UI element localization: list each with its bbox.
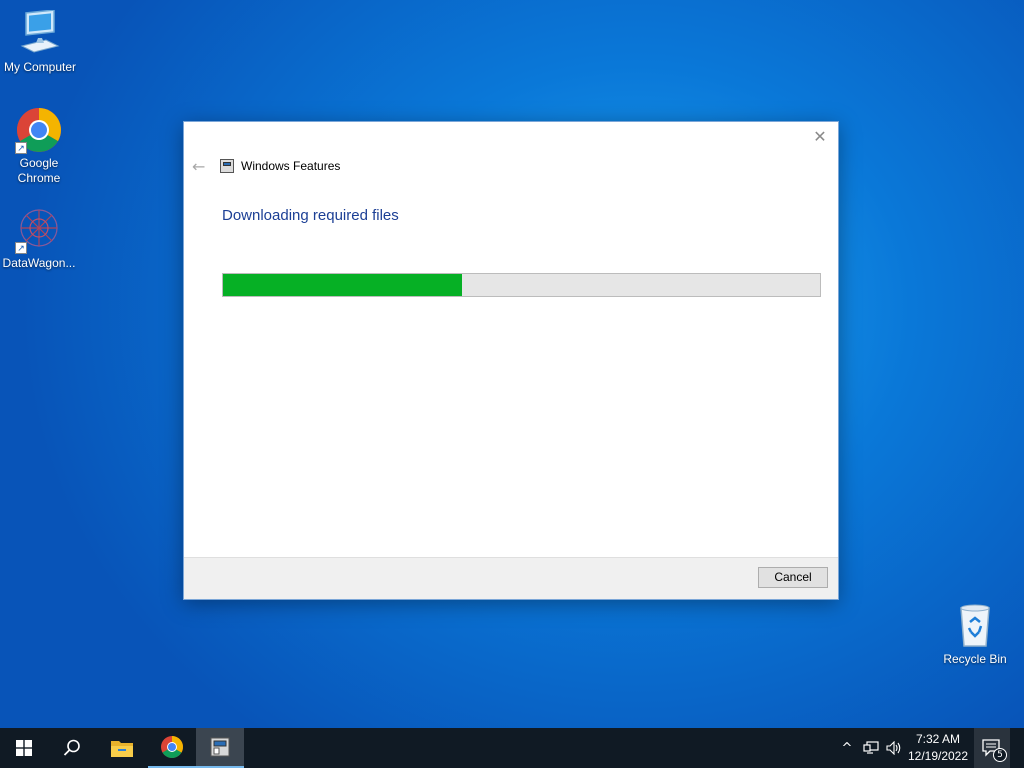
taskbar-chrome[interactable] (148, 728, 196, 768)
network-icon[interactable] (860, 728, 882, 768)
search-button[interactable] (48, 728, 96, 768)
taskbar-file-explorer[interactable] (98, 728, 146, 768)
start-button[interactable] (0, 728, 48, 768)
search-icon (63, 739, 80, 756)
windows-features-icon (220, 159, 234, 173)
dialog-title: Windows Features (241, 159, 341, 173)
dialog-footer: Cancel (184, 557, 838, 599)
desktop-icon-recycle-bin[interactable]: Recycle Bin (935, 602, 1015, 667)
desktop-icon-my-computer[interactable]: My Computer (0, 9, 80, 75)
system-clock[interactable]: 7:32 AM 12/19/2022 (906, 731, 970, 765)
clock-date: 12/19/2022 (907, 749, 969, 763)
windows-features-icon (210, 737, 230, 757)
desktop-icon-google-chrome[interactable]: ↗ Google Chrome (0, 106, 79, 186)
cancel-button[interactable]: Cancel (758, 567, 828, 588)
action-center-button[interactable]: 5 (974, 728, 1010, 768)
desktop-icon-label: Google Chrome (17, 156, 61, 185)
progress-fill (223, 274, 462, 296)
download-progress-bar (222, 273, 821, 297)
computer-icon (16, 9, 64, 58)
desktop-icon-label: My Computer (3, 60, 77, 74)
show-hidden-icons-chevron[interactable]: ^ (838, 728, 856, 768)
back-arrow-icon[interactable]: ← (192, 158, 210, 176)
recycle-bin-icon (951, 602, 999, 650)
desktop-icon-datawagon[interactable]: ↗ DataWagon... (0, 206, 79, 271)
dialog-heading: Downloading required files (222, 207, 399, 224)
shortcut-arrow-icon: ↗ (15, 242, 27, 254)
volume-icon[interactable] (884, 728, 904, 768)
taskbar: ^ 7:32 AM 12/19/2022 5 (0, 728, 1024, 768)
datawagon-icon: ↗ (15, 206, 63, 254)
shortcut-arrow-icon: ↗ (15, 142, 27, 154)
windows-features-dialog: ✕ ← Windows Features Downloading require… (183, 121, 839, 600)
desktop-icon-label: DataWagon... (2, 256, 76, 270)
close-icon[interactable]: ✕ (810, 128, 830, 146)
chrome-icon: ↗ (15, 106, 63, 154)
file-explorer-icon (111, 741, 133, 757)
clock-time: 7:32 AM (915, 732, 961, 746)
windows-start-icon (16, 740, 32, 756)
chrome-icon (161, 736, 183, 758)
notification-count-badge: 5 (993, 748, 1007, 762)
desktop-icon-label: Recycle Bin (943, 652, 1007, 666)
taskbar-windows-features[interactable] (196, 728, 244, 768)
